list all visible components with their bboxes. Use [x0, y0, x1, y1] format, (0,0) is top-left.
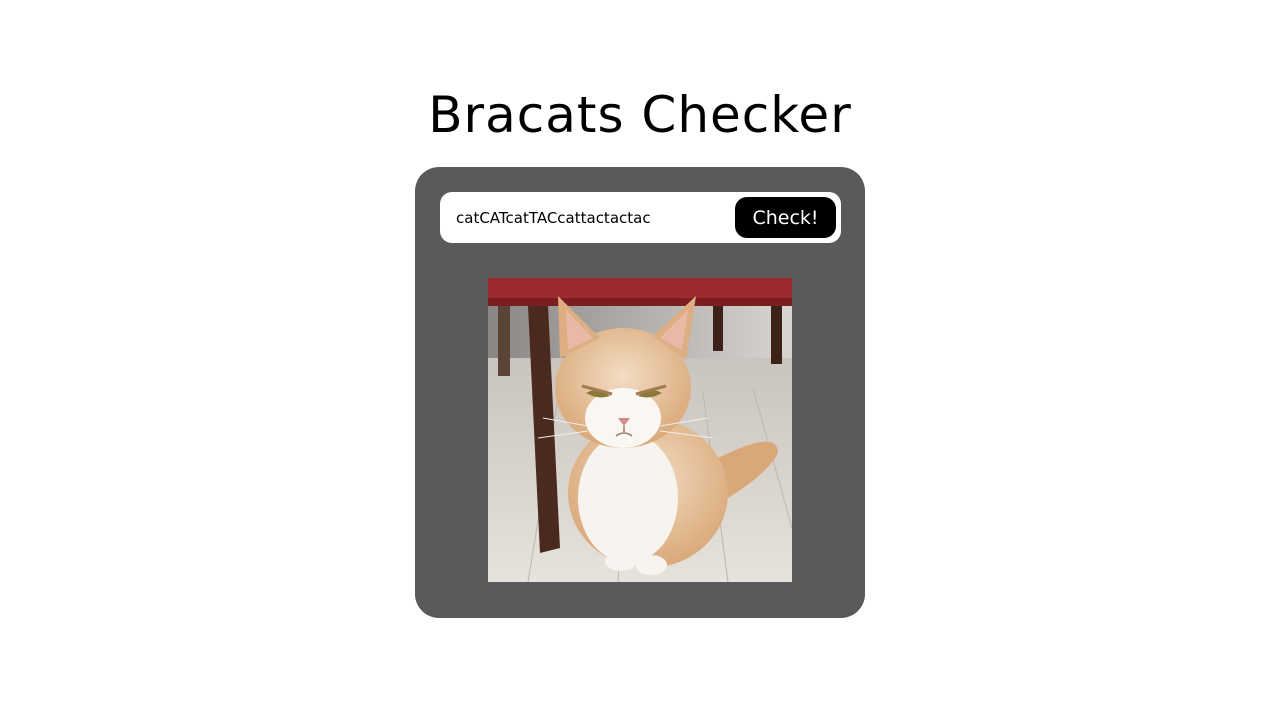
sequence-input[interactable] [440, 192, 725, 243]
cat-photo [488, 278, 792, 582]
check-button[interactable]: Check! [735, 197, 836, 238]
input-bar: Check! [440, 192, 841, 243]
page-title: Bracats Checker [428, 86, 852, 144]
page: Bracats Checker Check! [0, 0, 1280, 720]
checker-card: Check! [415, 167, 865, 618]
